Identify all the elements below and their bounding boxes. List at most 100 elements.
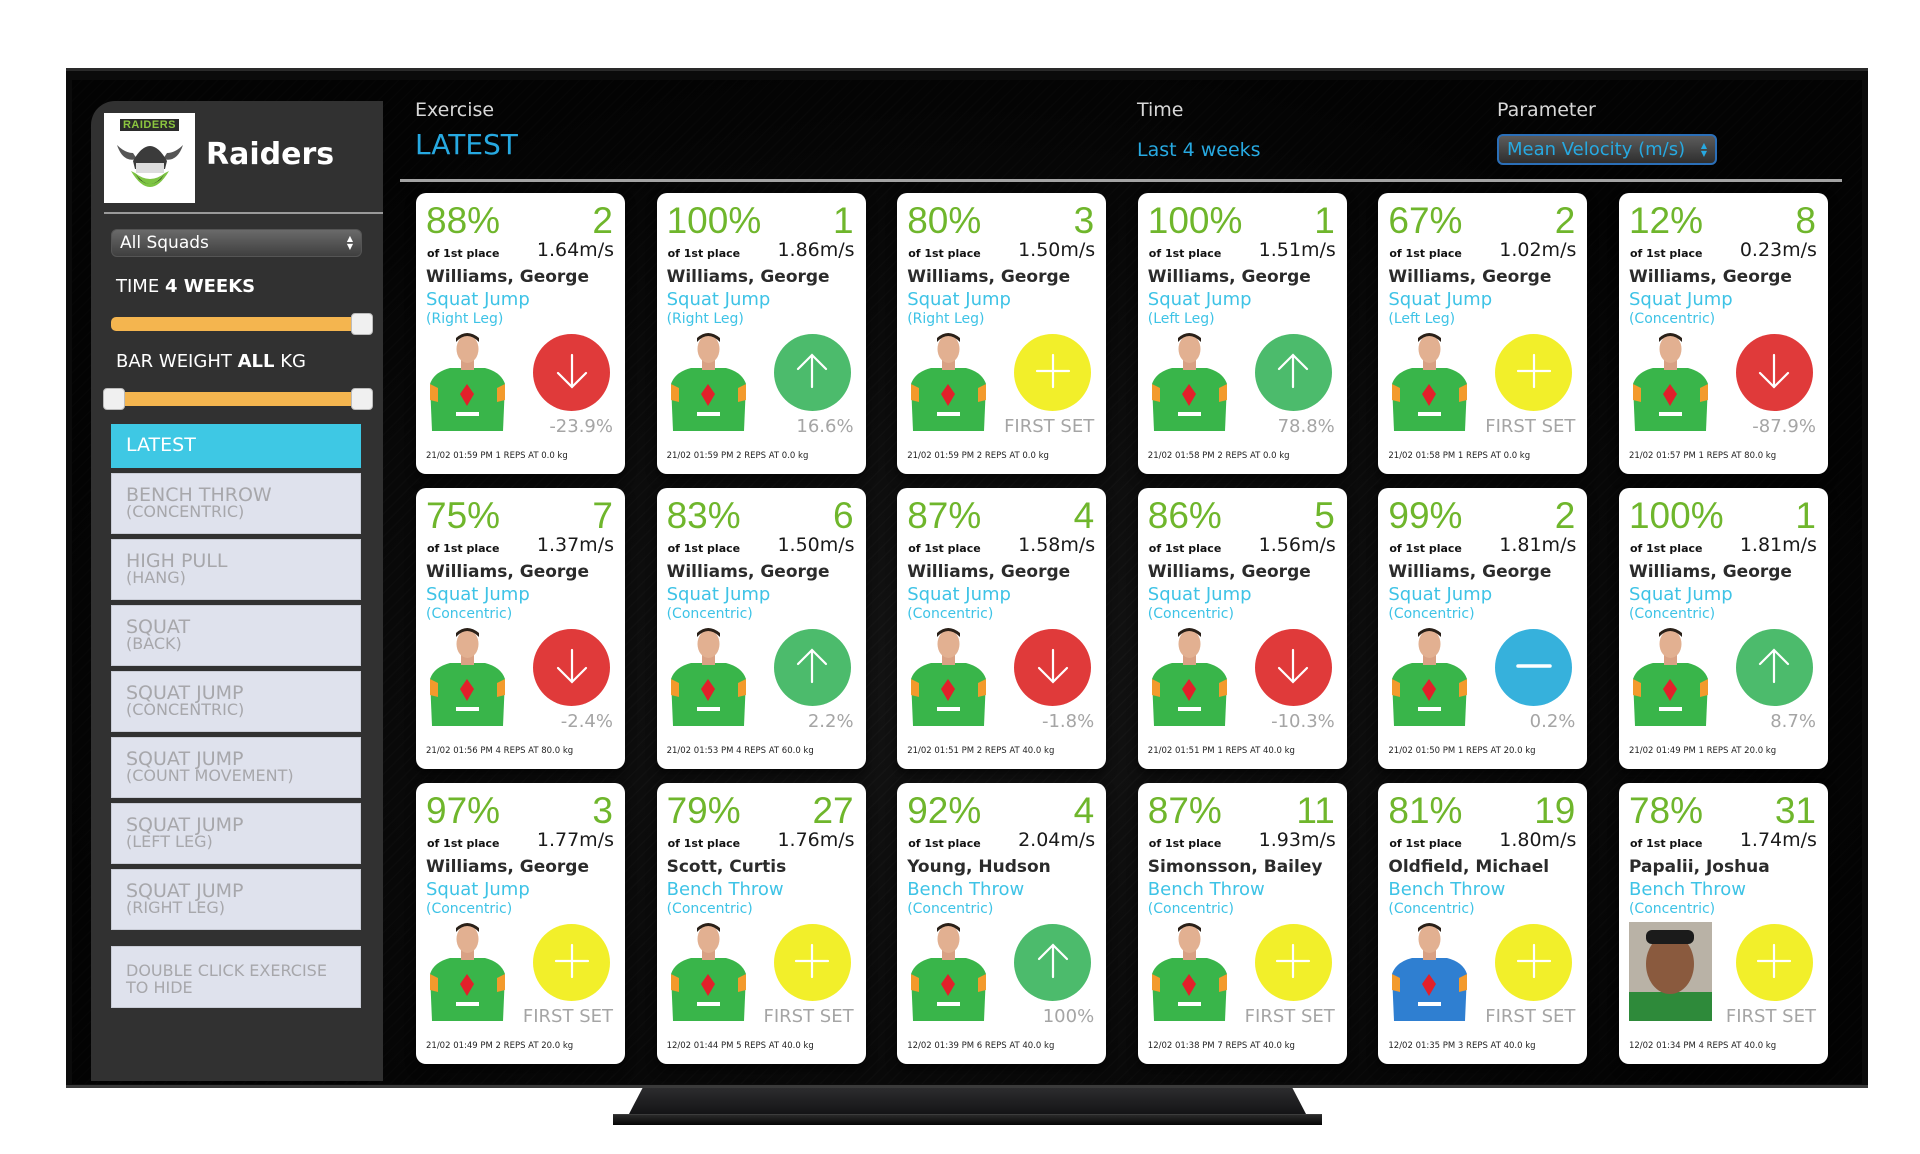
mean-velocity: 1.56m/s xyxy=(1258,534,1336,556)
change-value: FIRST SET xyxy=(1485,416,1576,437)
exercise-name: Squat Jump xyxy=(426,289,530,310)
result-card[interactable]: 80% 3 of 1st place 1.50m/s Williams, George S… xyxy=(897,193,1107,474)
athlete-photo xyxy=(426,332,509,431)
of-first-place-label: of 1st place xyxy=(427,837,500,850)
exercise-item[interactable]: SQUAT JUMP (LEFT LEG) xyxy=(111,803,361,864)
change-value: -87.9% xyxy=(1752,416,1816,437)
exercise-variant: (Right Leg) xyxy=(907,311,985,327)
parameter-select[interactable]: Mean Velocity (m/s) ▲ ▼ xyxy=(1497,134,1717,165)
athlete-photo xyxy=(1388,627,1471,726)
result-card[interactable]: 12% 8 of 1st place 0.23m/s Williams, George S… xyxy=(1618,193,1828,474)
exercise-item[interactable]: SQUAT JUMP (CONCENTRIC) xyxy=(111,671,361,732)
mean-velocity: 1.76m/s xyxy=(777,829,855,851)
set-details: 12/02 01:44 PM 5 REPS AT 40.0 kg xyxy=(666,1041,814,1051)
set-details: 21/02 01:49 PM 1 REPS AT 20.0 kg xyxy=(1628,746,1777,756)
exercise-item[interactable]: SQUAT JUMP (RIGHT LEG) xyxy=(111,869,361,930)
exercise-item[interactable]: SQUAT (BACK) xyxy=(111,605,361,666)
updown-arrows-icon: ▲ ▼ xyxy=(346,234,353,251)
arrow-up-icon xyxy=(790,349,834,397)
result-card[interactable]: 99% 2 of 1st place 1.81m/s Williams, George S… xyxy=(1378,488,1588,769)
athlete-name: Williams, George xyxy=(907,267,1071,287)
rank: 8 xyxy=(1795,200,1816,241)
time-value[interactable]: Last 4 weeks xyxy=(1137,139,1261,161)
bar-weight-slider[interactable] xyxy=(103,388,373,410)
result-card[interactable]: 86% 5 of 1st place 1.56m/s Williams, George S… xyxy=(1137,488,1347,769)
arrow-up-icon xyxy=(790,644,834,692)
result-card[interactable]: 100% 1 of 1st place 1.81m/s Williams, George… xyxy=(1618,488,1828,769)
change-value: FIRST SET xyxy=(1244,1006,1335,1027)
squad-select[interactable]: All Squads ▲ ▼ xyxy=(111,229,362,257)
athlete-name: Williams, George xyxy=(1147,267,1311,287)
exercise-item[interactable]: HIGH PULL (HANG) xyxy=(111,539,361,600)
sidebar: RAIDERS Raiders All Squads ▲ ▼ TIME 4 WEE… xyxy=(91,101,383,1081)
athlete-photo xyxy=(1388,922,1471,1021)
header-divider xyxy=(400,179,1842,182)
trend-indicator xyxy=(1014,334,1092,411)
rank: 3 xyxy=(1073,200,1095,241)
arrow-down-icon xyxy=(1752,349,1796,397)
exercise-item-variant: (RIGHT LEG) xyxy=(126,898,226,917)
time-slider[interactable] xyxy=(111,313,373,335)
change-value: FIRST SET xyxy=(763,1006,854,1027)
time-slider-thumb[interactable] xyxy=(351,313,373,335)
exercise-variant: (Right Leg) xyxy=(426,311,504,327)
exercise-item[interactable]: BENCH THROW (CONCENTRIC) xyxy=(111,473,361,534)
trend-indicator xyxy=(1735,334,1813,411)
exercise-name: Squat Jump xyxy=(1388,584,1493,605)
result-card[interactable]: 67% 2 of 1st place 1.02m/s Williams, George S… xyxy=(1378,193,1588,474)
exercise-value[interactable]: LATEST xyxy=(415,128,518,161)
percent-of-first: 12% xyxy=(1628,200,1704,241)
set-details: 12/02 01:38 PM 7 REPS AT 40.0 kg xyxy=(1147,1041,1295,1051)
of-first-place-label: of 1st place xyxy=(667,247,741,260)
result-card[interactable]: 87% 4 of 1st place 1.58m/s Williams, George S… xyxy=(897,488,1107,769)
percent-of-first: 100% xyxy=(666,200,762,241)
of-first-place-label: of 1st place xyxy=(667,837,741,850)
change-value: 8.7% xyxy=(1770,711,1816,732)
bar-weight-slider-max-thumb[interactable] xyxy=(351,388,373,410)
athlete-name: Williams, George xyxy=(1388,562,1552,582)
exercise-variant: (Concentric) xyxy=(426,901,513,917)
of-first-place-label: of 1st place xyxy=(427,247,500,260)
trend-indicator xyxy=(773,629,851,706)
athlete-photo xyxy=(907,922,990,1021)
of-first-place-label: of 1st place xyxy=(908,837,981,850)
result-card[interactable]: 83% 6 of 1st place 1.50m/s Williams, George S… xyxy=(656,488,866,769)
result-card[interactable]: 88% 2 of 1st place 1.64m/s Williams, George S… xyxy=(416,193,625,474)
change-value: FIRST SET xyxy=(1725,1006,1816,1027)
bar-weight-slider-min-thumb[interactable] xyxy=(103,388,125,410)
rank: 2 xyxy=(1554,200,1576,241)
exercise-item-variant: (COUNT MOVEMENT) xyxy=(126,766,294,785)
result-card[interactable]: 81% 19 of 1st place 1.80m/s Oldfield, Michae… xyxy=(1378,783,1588,1064)
set-details: 21/02 01:49 PM 2 REPS AT 20.0 kg xyxy=(426,1041,574,1051)
set-details: 21/02 01:50 PM 1 REPS AT 20.0 kg xyxy=(1388,746,1536,756)
rank: 7 xyxy=(592,495,613,536)
athlete-name: Scott, Curtis xyxy=(666,857,787,877)
exercise-item-variant: (CONCENTRIC) xyxy=(126,700,245,719)
result-card[interactable]: 100% 1 of 1st place 1.51m/s Williams, George… xyxy=(1137,193,1347,474)
athlete-photo xyxy=(1388,332,1471,431)
result-card[interactable]: 92% 4 of 1st place 2.04m/s Young, Hudson Benc… xyxy=(897,783,1107,1064)
exercise-name: Squat Jump xyxy=(426,879,530,900)
result-card[interactable]: 87% 11 of 1st place 1.93m/s Simonsson, Baile… xyxy=(1137,783,1347,1064)
tv-stand xyxy=(613,1088,1322,1125)
of-first-place-label: of 1st place xyxy=(1629,247,1703,260)
mean-velocity: 1.86m/s xyxy=(777,239,855,261)
trend-indicator xyxy=(1495,334,1573,411)
result-card[interactable]: 75% 7 of 1st place 1.37m/s Williams, George S… xyxy=(416,488,625,769)
exercise-item[interactable]: SQUAT JUMP (COUNT MOVEMENT) xyxy=(111,737,361,798)
exercise-item[interactable]: LATEST xyxy=(111,424,361,468)
athlete-photo xyxy=(667,627,750,726)
result-card[interactable]: 79% 27 of 1st place 1.76m/s Scott, Curtis Ben… xyxy=(656,783,866,1064)
percent-of-first: 88% xyxy=(426,200,501,241)
athlete-name: Williams, George xyxy=(1388,267,1552,287)
tv-stand-base xyxy=(613,1114,1322,1125)
athlete-name: Simonsson, Bailey xyxy=(1147,857,1323,877)
rank: 4 xyxy=(1073,790,1095,831)
result-card[interactable]: 78% 31 of 1st place 1.74m/s Papalii, Joshua B… xyxy=(1618,783,1828,1064)
athlete-photo xyxy=(426,627,509,726)
result-card[interactable]: 97% 3 of 1st place 1.77m/s Williams, George S… xyxy=(416,783,625,1064)
arrow-up-icon xyxy=(1752,644,1796,692)
athlete-name: Williams, George xyxy=(426,267,589,287)
result-card[interactable]: 100% 1 of 1st place 1.86m/s Williams, George… xyxy=(656,193,866,474)
hide-exercise-hint[interactable]: DOUBLE CLICK EXERCISE TO HIDE xyxy=(111,946,361,1008)
